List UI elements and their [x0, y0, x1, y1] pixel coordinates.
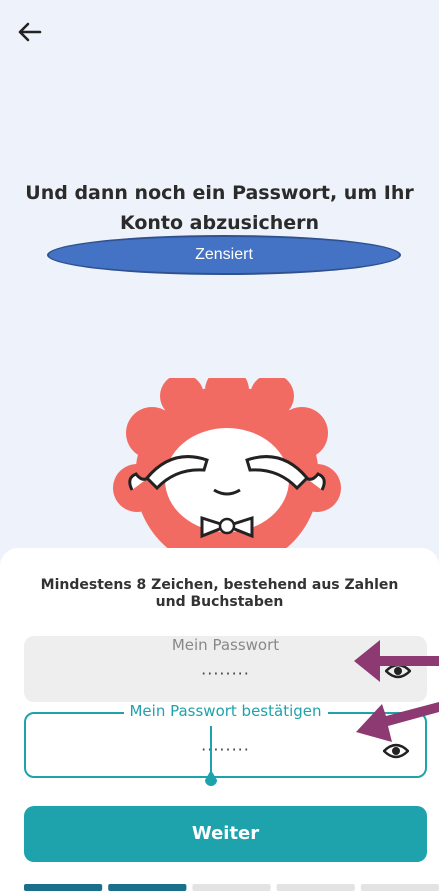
- progress-segment: [276, 884, 355, 891]
- censor-overlay: Zensiert: [47, 235, 401, 275]
- text-cursor-handle[interactable]: [205, 726, 217, 790]
- password-hint: Mindestens 8 Zeichen, bestehend aus Zahl…: [20, 577, 419, 611]
- progress-indicator: [24, 884, 439, 891]
- hint-line-2: und Buchstaben: [155, 594, 284, 610]
- annotation-arrow: [354, 640, 439, 682]
- page-title: Und dann noch ein Passwort, um Ihr Konto…: [20, 178, 419, 238]
- hint-line-1: Mindestens 8 Zeichen, bestehend aus Zahl…: [40, 577, 399, 593]
- mascot-illustration: [113, 378, 341, 558]
- progress-segment: [108, 884, 187, 891]
- progress-segment: [192, 884, 271, 891]
- annotation-arrow: [356, 702, 439, 742]
- progress-segment: [24, 884, 103, 891]
- next-button[interactable]: Weiter: [24, 806, 427, 862]
- title-line-1: Und dann noch ein Passwort, um Ihr: [25, 182, 414, 204]
- progress-segment: [360, 884, 439, 891]
- title-line-2: Konto abzusichern: [119, 212, 320, 234]
- back-arrow-icon[interactable]: [14, 20, 44, 44]
- confirm-password-label: Mein Passwort bestätigen: [123, 702, 328, 720]
